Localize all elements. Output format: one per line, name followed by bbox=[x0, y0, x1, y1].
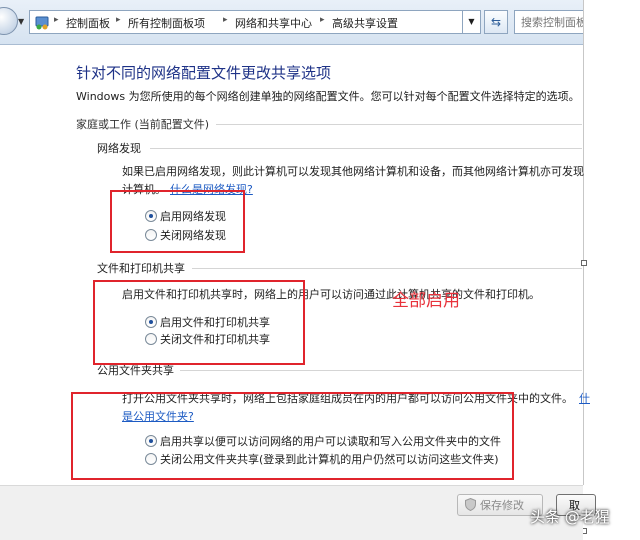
breadcrumb-control-panel[interactable]: 控制面板 bbox=[66, 15, 110, 31]
breadcrumb-network-center[interactable]: 网络和共享中心 bbox=[235, 15, 312, 31]
highlight-box-file-sharing bbox=[93, 280, 305, 365]
divider bbox=[192, 268, 582, 269]
breadcrumb-separator-icon[interactable]: ▸ bbox=[223, 15, 228, 25]
divider bbox=[180, 370, 582, 371]
window-edge bbox=[583, 0, 640, 539]
refresh-icon[interactable]: ⇆ bbox=[484, 10, 508, 34]
breadcrumb[interactable]: ▸ 控制面板 ▸ 所有控制面板项 ▸ 网络和共享中心 ▸ 高级共享设置 bbox=[29, 10, 477, 34]
resize-handle[interactable] bbox=[581, 260, 587, 266]
breadcrumb-separator-icon[interactable]: ▸ bbox=[116, 15, 121, 25]
page-description: Windows 为您所使用的每个网络创建单独的网络配置文件。您可以针对每个配置文… bbox=[76, 90, 580, 103]
watermark: 头条 @老猩 bbox=[530, 508, 610, 526]
address-dropdown-icon[interactable]: ▼ bbox=[462, 10, 481, 34]
highlight-box-network-discovery bbox=[110, 190, 245, 253]
recent-pages-arrow-icon[interactable]: ▼ bbox=[18, 17, 24, 26]
file-printer-sharing-heading: 文件和打印机共享 bbox=[97, 262, 185, 275]
divider bbox=[150, 148, 582, 149]
network-discovery-heading: 网络发现 bbox=[97, 142, 141, 155]
highlight-box-public-folder bbox=[71, 392, 514, 480]
annotation-enable-all: 全部启用 bbox=[392, 291, 460, 311]
divider bbox=[216, 124, 582, 125]
breadcrumb-separator-icon[interactable]: ▸ bbox=[54, 15, 59, 25]
control-panel-icon bbox=[35, 16, 49, 30]
breadcrumb-advanced-sharing[interactable]: 高级共享设置 bbox=[332, 15, 398, 31]
address-bar: ▼ ▸ 控制面板 ▸ 所有控制面板项 ▸ 网络和共享中心 ▸ 高级共享设置 ▼ … bbox=[0, 0, 597, 45]
breadcrumb-separator-icon[interactable]: ▸ bbox=[320, 15, 325, 25]
public-folder-help-link[interactable]: 什 bbox=[579, 392, 590, 405]
network-discovery-line1: 如果已启用网络发现，则此计算机可以发现其他网络计算机和设备，而其他网络计算机亦可… bbox=[122, 165, 584, 178]
profile-group-label[interactable]: 家庭或工作 (当前配置文件) bbox=[76, 116, 209, 132]
back-button[interactable] bbox=[0, 7, 18, 35]
page-title: 针对不同的网络配置文件更改共享选项 bbox=[76, 64, 332, 82]
breadcrumb-all-items[interactable]: 所有控制面板项 bbox=[128, 15, 205, 31]
uac-shield-icon bbox=[465, 498, 476, 511]
